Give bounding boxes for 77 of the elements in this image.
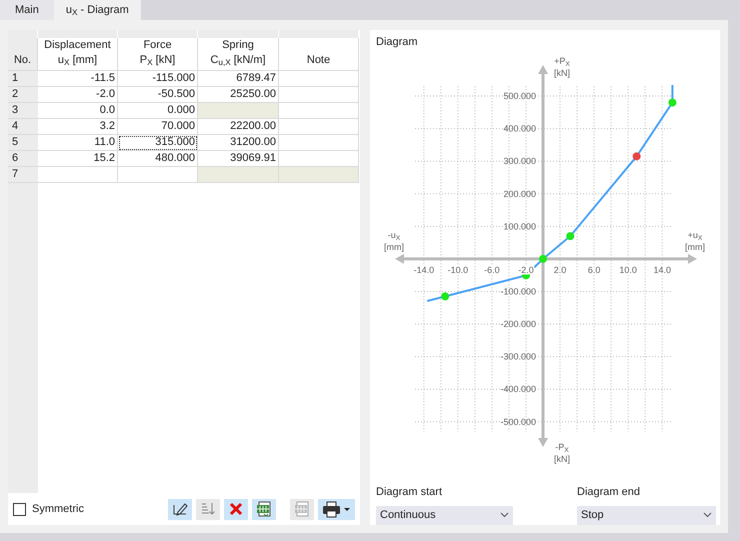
checkbox[interactable] [13, 502, 26, 516]
toolbar-button[interactable] [252, 498, 276, 520]
axis-tick-label: 2.0 [554, 264, 566, 275]
table-cell[interactable]: 31200.00 [198, 135, 279, 151]
tab[interactable]: Main [0, 0, 54, 20]
axis-tick-label: -100.000 [500, 286, 536, 296]
axis-label: -P$_{X}$ [555, 441, 569, 453]
printer-icon [321, 499, 352, 519]
axis-label: +P$_{X}$ [554, 55, 570, 67]
table-cell[interactable]: -11.5 [38, 71, 118, 87]
column-header: Displacement u$_{X}$ [mm] [38, 38, 118, 71]
axis-label: +u$_{X}$ [688, 229, 702, 241]
toolbar-button[interactable] [318, 498, 355, 520]
table-cell[interactable] [279, 119, 359, 135]
table-cell[interactable]: 15.2 [38, 151, 118, 167]
table-cell[interactable]: -50.500 [118, 87, 198, 103]
axis-tick-label: 500.000 [503, 91, 536, 102]
table-cell[interactable]: -115.000 [118, 71, 198, 87]
dropdown[interactable]: Continuous [376, 506, 513, 525]
table-cell[interactable] [118, 167, 198, 183]
table-cell[interactable]: 22200.00 [198, 119, 279, 135]
axis-tick-label: 300.000 [503, 156, 536, 166]
field-label: Diagram start [376, 485, 444, 500]
axis-tick-label: -300.000 [500, 352, 536, 362]
axis-tick-label: 400.000 [503, 124, 536, 134]
axis-tick-label: 10.0 [619, 264, 637, 275]
table-cell[interactable] [279, 71, 359, 87]
chevron-down-icon [500, 512, 509, 518]
table-cell[interactable]: 3.2 [38, 119, 118, 135]
axis-tick-label: -6.0 [484, 264, 500, 275]
table-cell[interactable] [38, 167, 118, 183]
row-number: 7 [8, 167, 38, 183]
row-number: 3 [8, 103, 38, 119]
table-cell[interactable]: 0.0 [38, 103, 118, 119]
row-number: 2 [8, 87, 38, 103]
toolbar-button[interactable] [168, 498, 192, 520]
table-cell[interactable] [279, 103, 359, 119]
tab[interactable]: u$_{X}$ - Diagram [54, 0, 141, 20]
table-cell[interactable]: 70.000 [118, 119, 198, 135]
axis-tick-label: -14.0 [414, 264, 434, 275]
axis-tick-label: -200.000 [500, 319, 536, 330]
row-number: 4 [8, 119, 38, 135]
axis-tick-label: 14.0 [653, 264, 671, 275]
table-cell[interactable]: 480.000 [118, 151, 198, 167]
checkbox-label: Symmetric [32, 502, 84, 517]
row-number: 6 [8, 151, 38, 167]
axis-label: [kN] [554, 453, 570, 465]
axis-label: [mm] [685, 241, 705, 253]
table-cell[interactable]: -2.0 [38, 87, 118, 103]
dropdown[interactable]: Stop [577, 506, 716, 525]
axis-tick-label: 200.000 [503, 188, 536, 199]
axis-tick-label: -10.0 [448, 264, 468, 275]
axis-label: [mm] [384, 241, 404, 253]
panel-title: Diagram [376, 35, 418, 50]
table-cell[interactable]: 315.000 [118, 135, 198, 151]
axis-label: -u$_{X}$ [388, 229, 400, 241]
axis-tick-label: 6.0 [588, 264, 600, 275]
row-number: 5 [8, 135, 38, 151]
table-cell[interactable] [279, 87, 359, 103]
axis-tick-label: -400.000 [500, 384, 536, 394]
table-cell[interactable]: 11.0 [38, 135, 118, 151]
column-header: Force P$_{X}$ [kN] [118, 38, 198, 71]
axis-label: [kN] [554, 67, 570, 79]
column-header: Spring C$_{u,X}$ [kN/m] [198, 38, 279, 71]
table-cell[interactable]: 0.000 [118, 103, 198, 119]
field-label: Diagram end [577, 485, 641, 500]
table-cell[interactable]: 6789.47 [198, 71, 279, 87]
column-header: No. [8, 38, 38, 71]
axis-tick-label: -500.000 [500, 416, 536, 427]
chevron-down-icon [703, 512, 712, 518]
row-number: 1 [8, 71, 38, 87]
column-header: Note [279, 38, 359, 71]
table-cell[interactable]: 39069.91 [198, 151, 279, 167]
axis-tick-label: 100.000 [503, 221, 536, 232]
table-cell[interactable] [279, 135, 359, 151]
table-cell[interactable] [279, 151, 359, 167]
table-cell[interactable]: 25250.00 [198, 87, 279, 103]
